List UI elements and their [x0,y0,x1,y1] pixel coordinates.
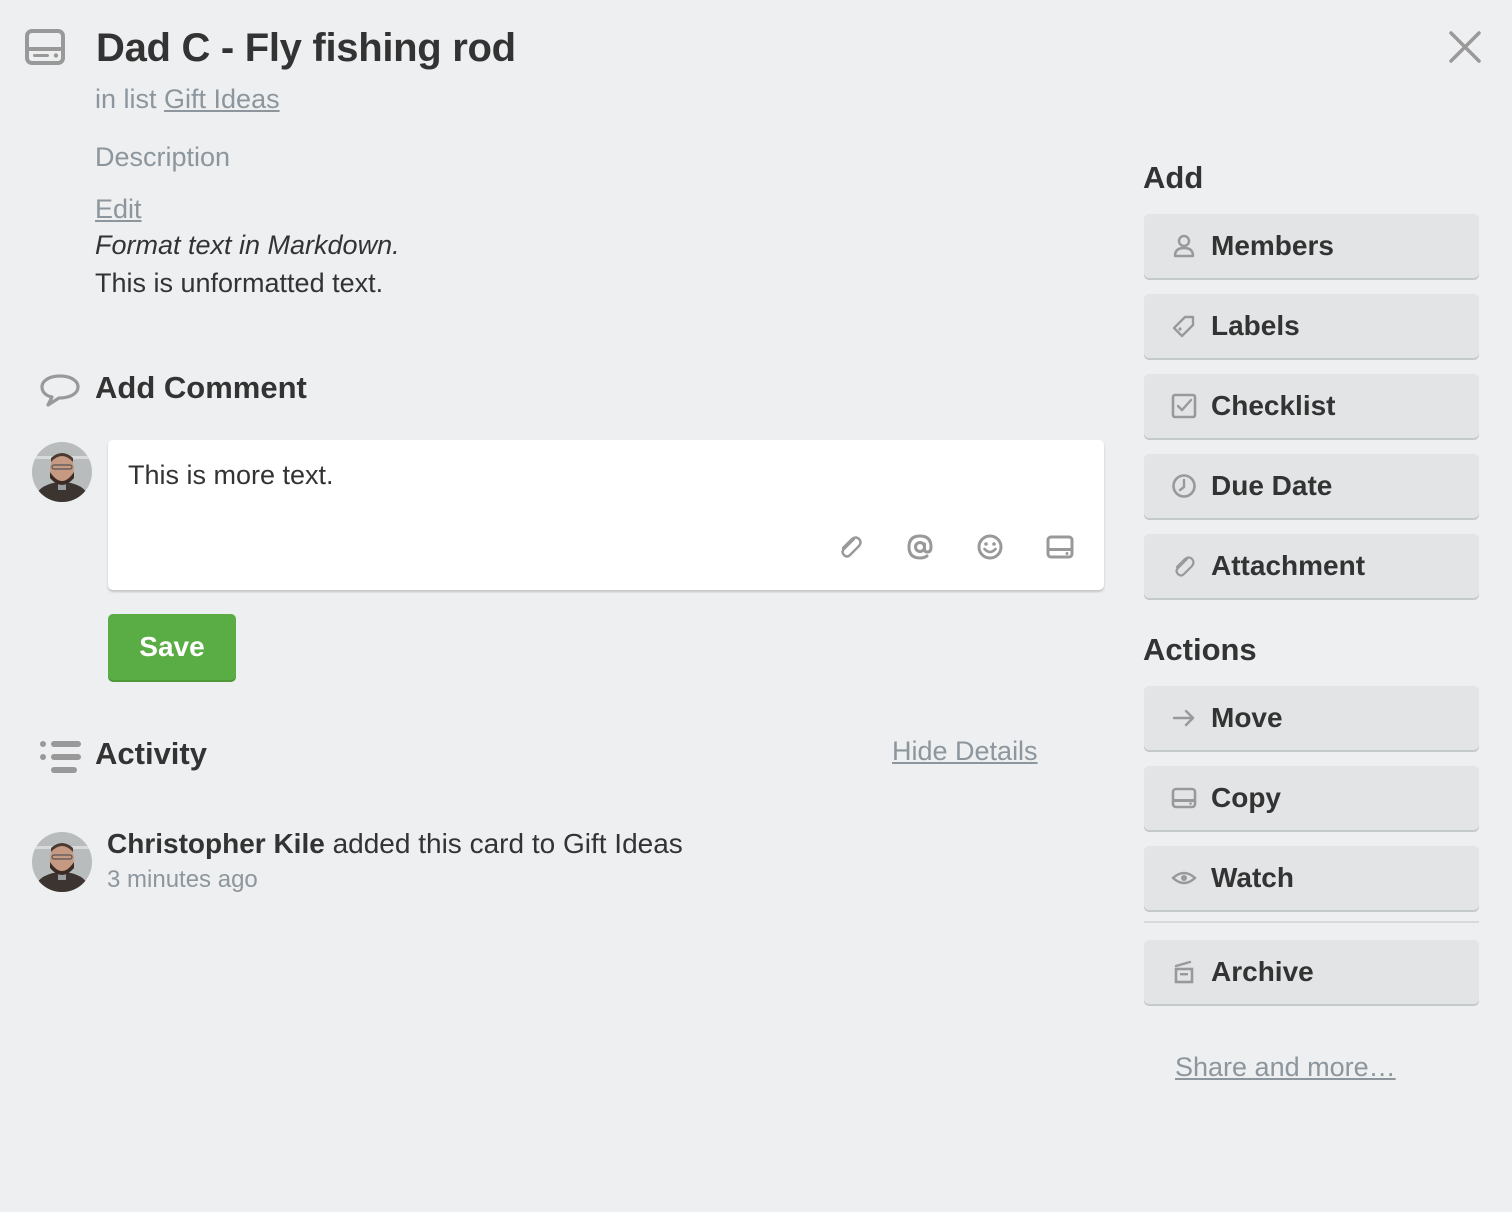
members-label: Members [1211,230,1334,261]
description-label: Description [95,142,231,172]
arrow-right-icon [1172,709,1195,727]
card-icon [25,29,65,65]
activity-time[interactable]: 3 minutes ago [107,866,258,894]
archive-button[interactable]: Archive [1144,940,1479,1004]
hide-details-link[interactable]: Hide Details [892,736,1038,767]
save-button[interactable]: Save [108,614,236,680]
actions-heading: Actions [1143,632,1257,667]
checklist-label: Checklist [1211,390,1336,421]
avatar[interactable] [32,832,92,892]
add-comment-heading: Add Comment [95,370,307,405]
activity-heading: Activity [95,736,207,771]
in-list-prefix: in list [95,84,157,114]
checkbox-icon [1171,393,1197,419]
checklist-button[interactable]: Checklist [1144,374,1479,438]
share-and-more-link[interactable]: Share and more… [1175,1052,1396,1083]
due-date-button[interactable]: Due Date [1144,454,1479,518]
list-info: in list Gift Ideas [95,84,280,115]
eye-icon [1171,871,1197,885]
attachment-label: Attachment [1211,550,1366,581]
add-heading: Add [1143,160,1204,195]
list-link[interactable]: Gift Ideas [164,84,280,114]
archive-icon [1174,960,1194,984]
card-icon[interactable] [1045,532,1075,562]
move-label: Move [1211,702,1283,733]
labels-label: Labels [1211,310,1300,341]
members-button[interactable]: Members [1144,214,1479,278]
comment-input[interactable] [128,460,1028,491]
clock-icon [1172,474,1196,498]
watch-button[interactable]: Watch [1144,846,1479,910]
edit-description-link[interactable]: Edit [95,194,142,225]
description-italic-text: Format text in Markdown. [95,230,400,260]
copy-button[interactable]: Copy [1144,766,1479,830]
labels-button[interactable]: Labels [1144,294,1479,358]
activity-action: added this card to Gift Ideas [332,828,683,859]
attachment-icon[interactable] [835,532,865,562]
due-date-label: Due Date [1211,470,1333,501]
watch-label: Watch [1211,862,1294,893]
mention-icon[interactable] [905,532,935,562]
copy-label: Copy [1211,782,1281,813]
sidebar-divider [1144,921,1479,923]
description-plain-text: This is unformatted text. [95,268,384,298]
tag-icon [1172,315,1195,338]
person-icon [1173,234,1195,258]
paperclip-icon [1175,556,1195,577]
close-icon[interactable] [1446,28,1484,66]
comment-box[interactable] [108,440,1104,590]
attachment-button[interactable]: Attachment [1144,534,1479,598]
card-icon [1171,787,1197,809]
move-button[interactable]: Move [1144,686,1479,750]
avatar [32,442,92,502]
comment-icon [40,374,80,407]
card-title[interactable]: Dad C - Fly fishing rod [96,26,516,71]
activity-user[interactable]: Christopher Kile [107,828,325,859]
archive-label: Archive [1211,956,1314,987]
activity-item: Christopher Kile added this card to Gift… [107,828,683,860]
emoji-icon[interactable] [975,532,1005,562]
activity-icon [40,741,81,773]
